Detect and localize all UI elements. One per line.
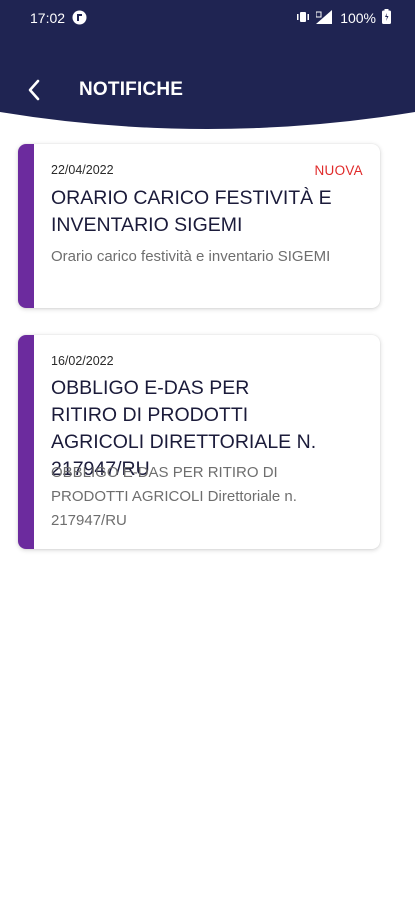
status-indicators: 100% — [296, 9, 391, 27]
new-badge: NUOVA — [314, 163, 363, 178]
chevron-left-icon — [28, 79, 40, 101]
toolbar: NOTIFICHE — [0, 70, 415, 110]
status-time: 17:02 — [30, 10, 66, 26]
notification-body: Orario carico festività e inventario SIG… — [51, 248, 331, 265]
notification-card[interactable]: 16/02/2022 OBBLIGO E-DAS PER RITIRO DI P… — [18, 335, 380, 549]
battery-icon — [382, 9, 391, 27]
battery-level: 100% — [340, 10, 376, 26]
notification-date: 16/02/2022 — [51, 354, 114, 368]
page-title: NOTIFICHE — [79, 79, 184, 100]
app-header: 17:02 100% NOTIFICHE — [0, 0, 415, 132]
status-bar: 17:02 100% — [0, 0, 415, 36]
vibrate-icon — [296, 10, 310, 27]
notification-body: OBBLIGO E-DAS PER RITIRO DI PRODOTTI AGR… — [51, 464, 297, 529]
card-accent-bar — [18, 335, 34, 549]
notification-date: 22/04/2022 — [51, 163, 114, 177]
notification-card[interactable]: 22/04/2022 NUOVA ORARIO CARICO FESTIVITÀ… — [18, 144, 380, 308]
card-accent-bar — [18, 144, 34, 308]
notification-title: ORARIO CARICO FESTIVITÀ E INVENTARIO SIG… — [51, 187, 332, 236]
signal-icon — [315, 9, 334, 27]
app-notification-icon — [72, 10, 87, 25]
back-button[interactable] — [20, 76, 48, 104]
